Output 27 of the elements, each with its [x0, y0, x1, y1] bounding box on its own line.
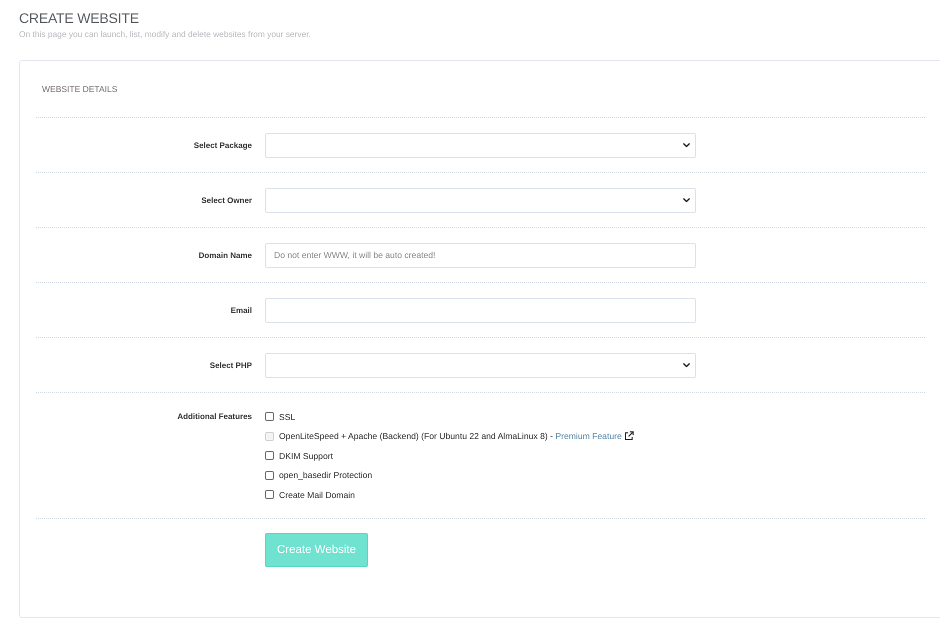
page-title: CREATE WEBSITE [19, 9, 139, 28]
chevron-down-icon [683, 198, 690, 202]
field-label: Select Owner [201, 196, 252, 204]
field-label: Select Package [194, 140, 252, 150]
option-label: SSL [279, 412, 296, 422]
option-label: Create Mail Domain [279, 490, 355, 500]
checkbox[interactable] [265, 470, 274, 480]
chevron-down-icon [683, 362, 690, 368]
select-field[interactable] [265, 132, 696, 158]
checkbox[interactable] [265, 412, 274, 422]
select-field[interactable] [265, 352, 696, 378]
page-subtitle: On this page you can launch, list, modify and delete websites from your server. [19, 29, 311, 40]
input-field[interactable] [265, 298, 696, 322]
external-link-icon[interactable] [624, 431, 634, 442]
checkbox[interactable] [265, 490, 274, 500]
field-label: Additional Features [177, 411, 252, 423]
option-label: OpenLiteSpeed + Apache (Backend) (For Ubuntu 22 and AlmaLinux 8) - Premium Feature [279, 431, 622, 442]
input-field[interactable]: Do not enter WWW, it will be auto created! [265, 242, 696, 268]
field-label: Domain Name [198, 250, 252, 260]
chevron-down-icon [683, 142, 690, 148]
section-heading: WEBSITE DETAILS [42, 84, 118, 94]
option-label: open_basedir Protection [279, 470, 372, 480]
checkbox[interactable] [265, 451, 274, 460]
field-label: Email [230, 306, 252, 314]
field-label: Select PHP [210, 360, 252, 370]
option-label: DKIM Support [279, 450, 333, 461]
select-field[interactable] [265, 188, 696, 212]
